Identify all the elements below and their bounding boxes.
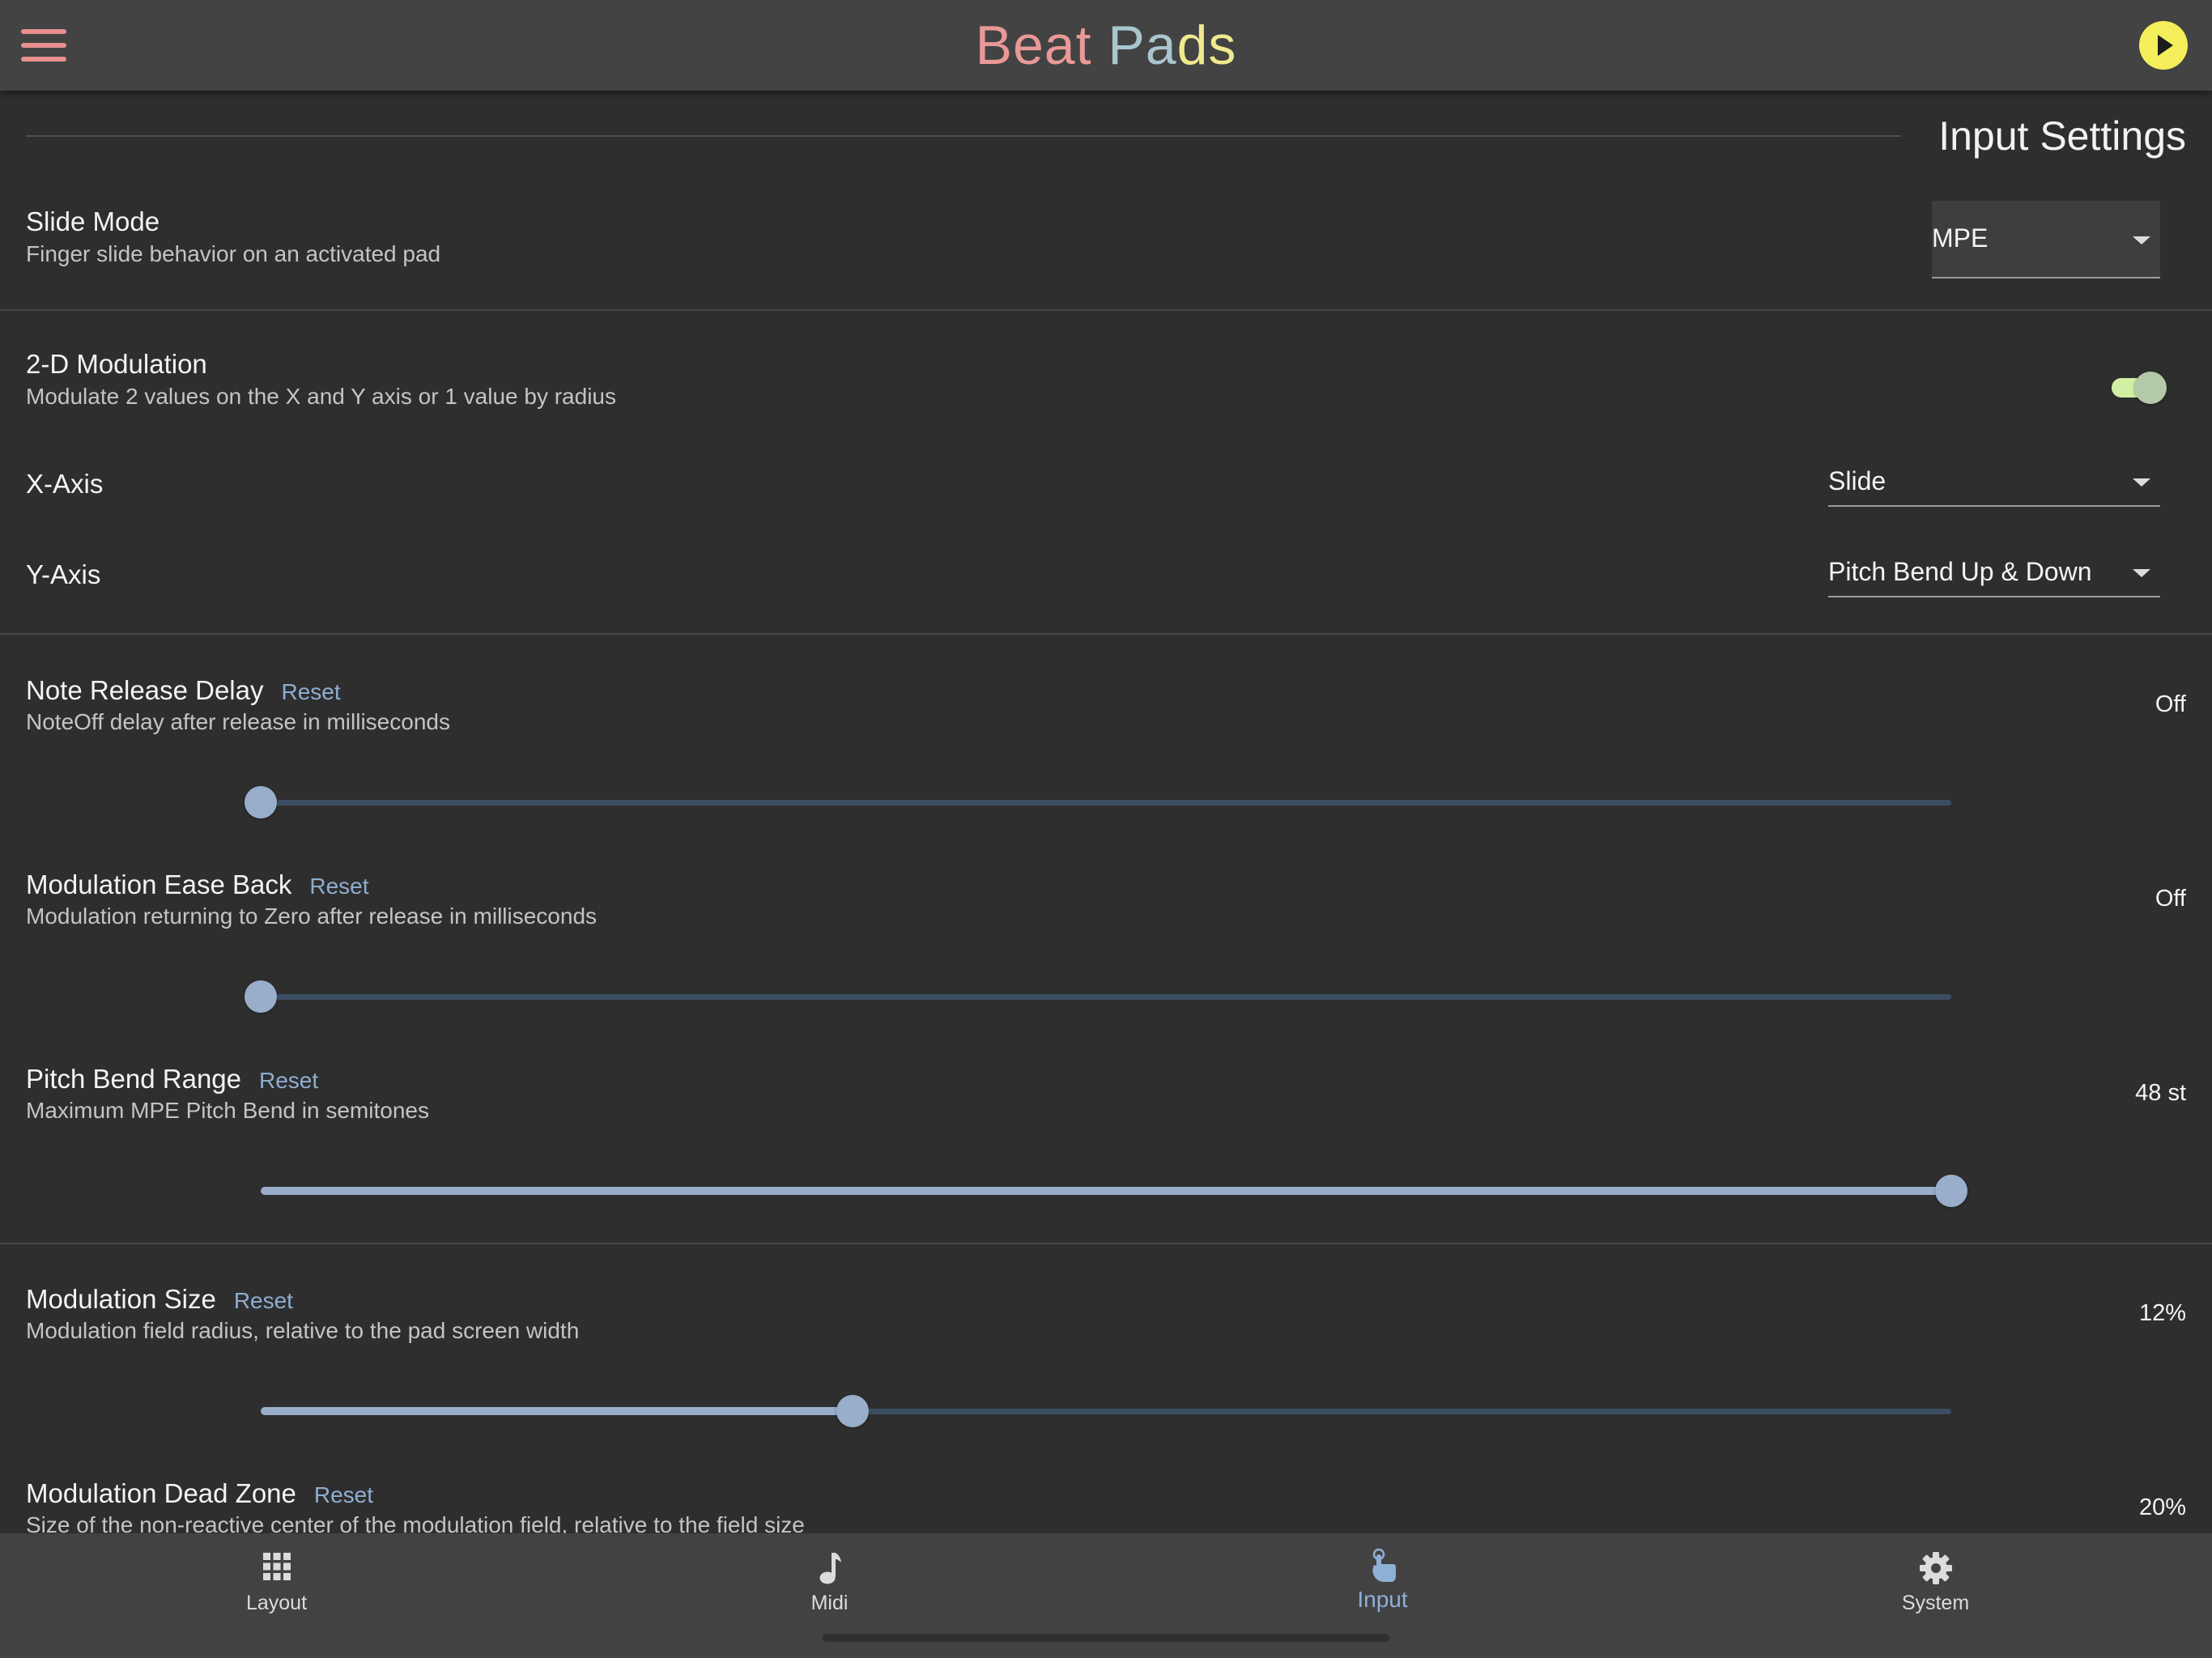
pitch-bend-range-reset-link[interactable]: Reset [259,1068,318,1093]
slider-fill [261,1187,1951,1195]
app-title-part-1: Beat [975,15,1092,76]
pitch-bend-range-label: Pitch Bend Range Reset [26,1063,318,1097]
modulation-dead-zone-reset-link[interactable]: Reset [314,1482,373,1507]
slide-mode-description: Finger slide behavior on an activated pa… [26,241,441,266]
section-divider [26,135,1901,137]
nav-tab-midi[interactable]: Midi [553,1533,1106,1630]
note-release-delay-value: Off [2155,691,2186,717]
modulation-ease-back-label: Modulation Ease Back Reset [26,869,369,903]
modulation-2d-toggle[interactable] [2110,370,2168,406]
chevron-down-icon [2133,236,2150,244]
divider [0,309,2212,311]
modulation-dead-zone-description: Size of the non-reactive center of the m… [26,1512,805,1533]
top-app-bar: Beat Pads [0,0,2212,91]
page-title: Input Settings [1938,113,2186,159]
modulation-2d-description: Modulate 2 values on the X and Y axis or… [26,384,616,409]
home-indicator [823,1634,1389,1642]
slide-mode-label: Slide Mode [26,206,160,236]
modulation-ease-back-slider[interactable] [243,979,1969,1014]
nav-label-midi: Midi [810,1592,849,1614]
modulation-2d-label: 2-D Modulation [26,349,207,379]
modulation-ease-back-value: Off [2155,886,2186,912]
slider-thumb[interactable] [836,1395,869,1427]
nav-tab-input[interactable]: Input [1106,1533,1659,1630]
touch-icon [1372,1548,1396,1582]
app-root: Beat Pads Input Settings Slide Mode Fing… [0,0,2212,1658]
y-axis-label: Y-Axis [26,559,101,589]
modulation-size-reset-link[interactable]: Reset [234,1288,293,1313]
slider-fill [261,1407,853,1415]
x-axis-label: X-Axis [26,469,104,499]
x-axis-select[interactable]: Slide [1828,458,2160,507]
pitch-bend-range-slider[interactable] [243,1173,1969,1209]
modulation-size-description: Modulation field radius, relative to the… [26,1318,580,1343]
note-release-delay-slider[interactable] [243,784,1969,820]
note-release-delay-title: Note Release Delay [26,675,264,705]
note-release-delay-reset-link[interactable]: Reset [282,679,341,704]
pitch-bend-range-description: Maximum MPE Pitch Bend in semitones [26,1098,429,1123]
nav-label-system: System [1901,1592,1970,1614]
pitch-bend-range-title: Pitch Bend Range [26,1064,242,1094]
modulation-dead-zone-label: Modulation Dead Zone Reset [26,1477,373,1511]
pitch-bend-range-value: 48 st [2135,1080,2186,1106]
modulation-ease-back-description: Modulation returning to Zero after relea… [26,903,598,929]
nav-label-input: Input [1357,1587,1408,1612]
chevron-down-icon [2133,478,2150,487]
app-title: Beat Pads [0,11,2212,79]
gear-icon [1919,1552,1952,1584]
toggle-thumb [2134,372,2167,404]
slider-thumb[interactable] [245,980,277,1013]
y-axis-select[interactable]: Pitch Bend Up & Down [1828,549,2160,597]
modulation-size-label: Modulation Size Reset [26,1283,293,1317]
modulation-dead-zone-title: Modulation Dead Zone [26,1478,296,1508]
x-axis-selected-value: Slide [1828,466,1887,495]
slide-mode-select[interactable]: MPE [1932,201,2160,278]
nav-label-layout: Layout [245,1592,308,1614]
modulation-size-slider[interactable] [243,1393,1969,1429]
slider-track [261,800,1951,806]
play-button-icon[interactable] [2139,21,2188,70]
modulation-size-title: Modulation Size [26,1284,216,1314]
modulation-ease-back-reset-link[interactable]: Reset [309,874,368,899]
divider [0,1243,2212,1244]
note-release-delay-description: NoteOff delay after release in milliseco… [26,709,450,734]
grid-icon [262,1553,291,1580]
slider-thumb[interactable] [1935,1175,1967,1207]
modulation-ease-back-title: Modulation Ease Back [26,869,292,899]
nav-tab-layout[interactable]: Layout [0,1533,553,1630]
slider-track [261,994,1951,1000]
y-axis-selected-value: Pitch Bend Up & Down [1828,557,2092,586]
slider-thumb[interactable] [245,786,277,818]
settings-content: Input Settings Slide Mode Finger slide b… [0,91,2212,1533]
note-release-delay-label: Note Release Delay Reset [26,674,341,708]
modulation-size-value: 12% [2138,1300,2186,1326]
chevron-down-icon [2133,569,2150,577]
app-title-part-3: ds [1176,15,1237,76]
music-note-icon [819,1553,841,1584]
divider [0,633,2212,635]
slide-mode-selected-value: MPE [1932,223,1989,253]
app-title-part-2: Pa [1108,15,1177,76]
nav-tab-system[interactable]: System [1659,1533,2212,1630]
modulation-dead-zone-value: 20% [2138,1494,2186,1520]
